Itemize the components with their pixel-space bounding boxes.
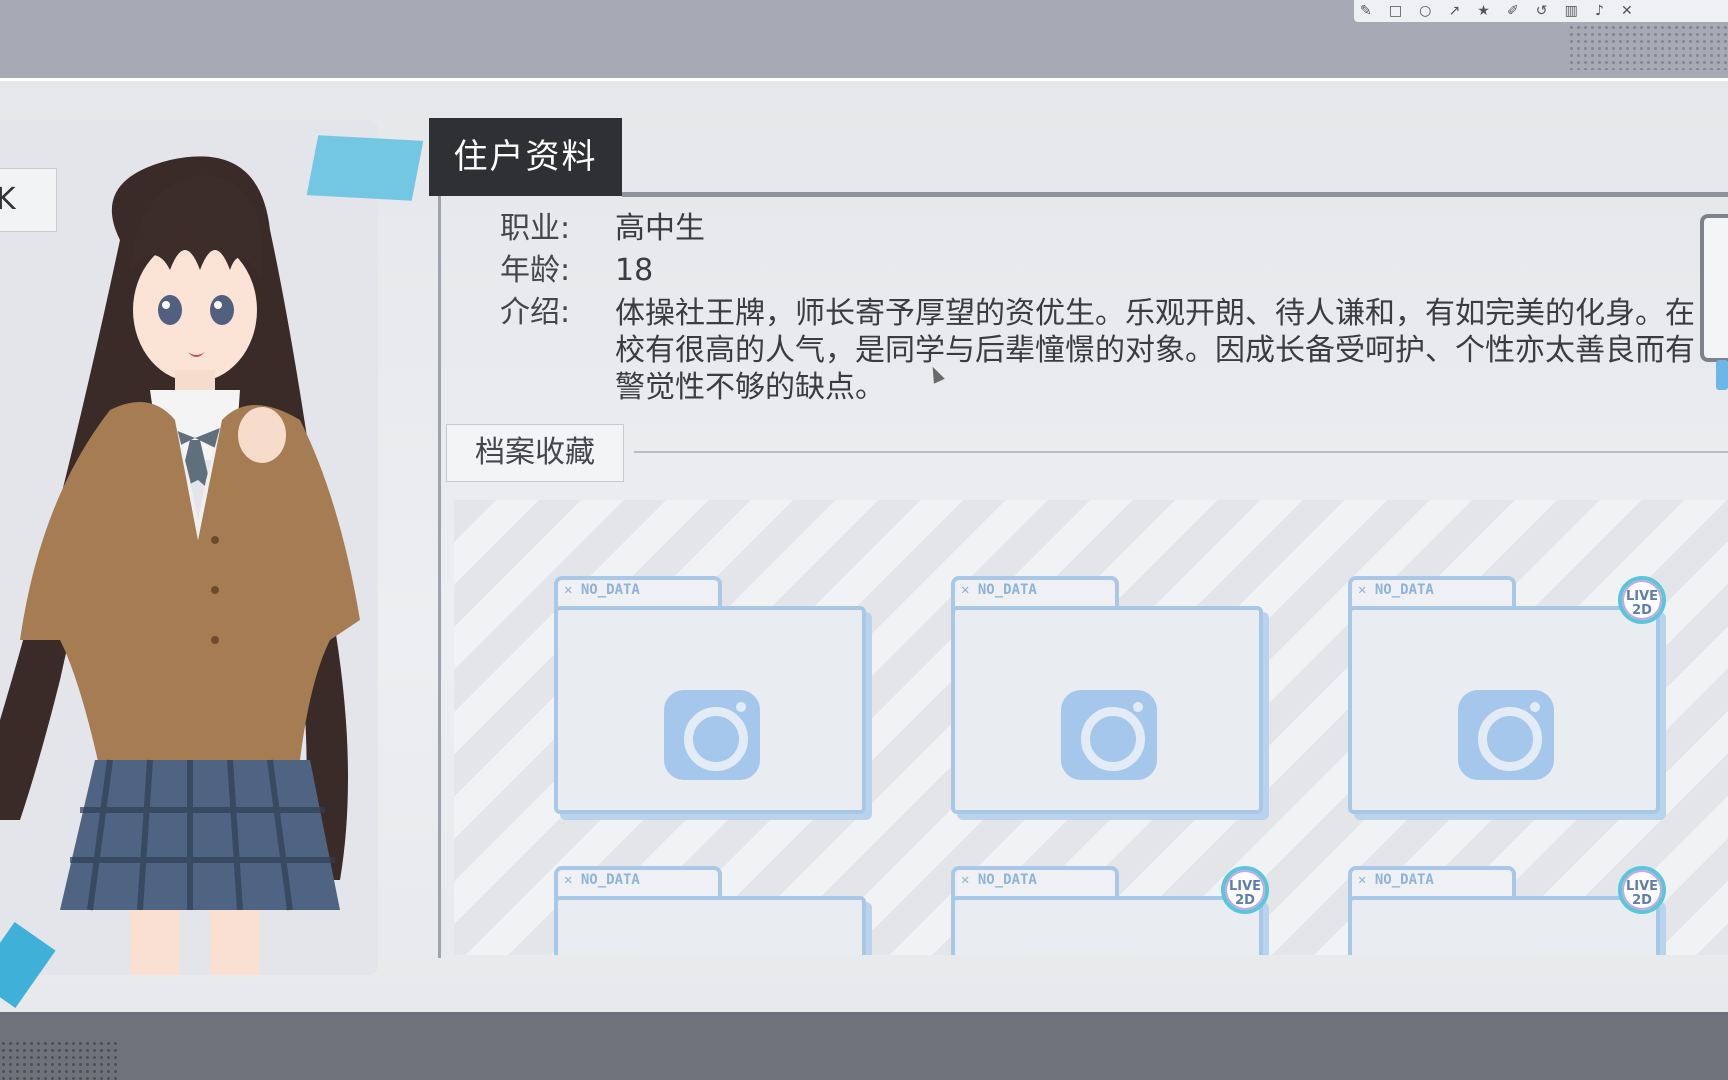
folder-body: [554, 896, 866, 955]
scroll-indicator: [1716, 360, 1728, 390]
character-portrait-card: [0, 120, 378, 975]
trash-icon[interactable]: ▥: [1565, 3, 1578, 19]
x-icon: ✕ NO_DATA: [961, 582, 1037, 598]
folder-body: [554, 606, 866, 814]
undo-icon[interactable]: ↺: [1536, 3, 1548, 19]
archive-folder[interactable]: ✕ NO_DATA LIVE 2D: [1348, 866, 1668, 955]
camera-icon: [664, 690, 760, 780]
halftone-dots: [0, 1040, 120, 1080]
archive-divider: [634, 451, 1728, 453]
folder-body: [951, 896, 1263, 955]
x-icon: ✕ NO_DATA: [1358, 872, 1434, 888]
folder-label: NO_DATA: [1374, 582, 1434, 598]
archive-folder[interactable]: ✕ NO_DATA: [554, 576, 874, 816]
square-icon[interactable]: □: [1389, 3, 1402, 19]
folder-body: [1348, 896, 1660, 955]
side-scroll-handle[interactable]: [1700, 214, 1728, 362]
folder-body: [1348, 606, 1660, 814]
live2d-badge-icon: LIVE 2D: [1221, 866, 1269, 914]
decorative-blue-strip: [306, 135, 424, 201]
occupation-value: 高中生: [615, 211, 705, 246]
camera-icon: [1061, 690, 1157, 780]
folder-label: NO_DATA: [1374, 872, 1434, 888]
age-value: 18: [615, 253, 654, 288]
archive-tab[interactable]: 档案收藏: [446, 424, 624, 482]
pen-icon[interactable]: ✎: [1360, 3, 1372, 19]
occupation-label: 职业:: [500, 211, 571, 246]
folder-body: [951, 606, 1263, 814]
archive-folder[interactable]: ✕ NO_DATA: [951, 576, 1271, 816]
close-icon[interactable]: ✕: [1621, 3, 1633, 19]
x-icon: ✕ NO_DATA: [564, 872, 640, 888]
pin-icon[interactable]: ★: [1477, 3, 1490, 19]
folder-label: NO_DATA: [977, 872, 1037, 888]
folder-label: NO_DATA: [977, 582, 1037, 598]
profile-info: 职业: 高中生 年龄: 18 介绍: 体操社王牌，师长寄予厚望的资优生。乐观开朗…: [500, 208, 1700, 406]
x-icon: ✕ NO_DATA: [564, 582, 640, 598]
x-icon: ✕ NO_DATA: [1358, 582, 1434, 598]
age-row: 年龄: 18: [500, 250, 1700, 292]
archive-folder[interactable]: ✕ NO_DATA: [554, 866, 874, 955]
live2d-badge-icon: LIVE 2D: [1618, 866, 1666, 914]
character-portrait: [0, 156, 360, 975]
occupation-row: 职业: 高中生: [500, 208, 1700, 250]
header-divider: [622, 192, 1728, 197]
circle-icon[interactable]: ○: [1419, 3, 1431, 19]
archive-folder[interactable]: ✕ NO_DATA LIVE 2D: [951, 866, 1271, 955]
folder-label: NO_DATA: [580, 872, 640, 888]
side-tab-button[interactable]: K: [0, 168, 57, 232]
page-title: 住户资料: [429, 118, 622, 196]
archive-grid: ✕ NO_DATA ✕ NO_DATA ✕ NO_DATA LIVE 2D ✕ …: [454, 500, 1728, 955]
speaker-icon[interactable]: ♪: [1595, 3, 1604, 19]
intro-label: 介绍:: [500, 295, 571, 330]
live2d-badge-icon: LIVE 2D: [1618, 576, 1666, 624]
marker-icon[interactable]: ✐: [1507, 3, 1519, 19]
content-divider: [438, 196, 441, 958]
intro-text: 体操社王牌，师长寄予厚望的资优生。乐观开朗、待人谦和，有如完美的化身。在校有很高…: [615, 296, 1695, 405]
camera-icon: [1458, 690, 1554, 780]
arrow-icon[interactable]: ↗: [1448, 3, 1460, 19]
age-label: 年龄:: [500, 253, 571, 288]
folder-label: NO_DATA: [580, 582, 640, 598]
archive-folder[interactable]: ✕ NO_DATA LIVE 2D: [1348, 576, 1668, 816]
annotation-toolbar: ✎ □ ○ ↗ ★ ✐ ↺ ▥ ♪ ✕: [1354, 0, 1728, 22]
bottom-background-band: [0, 1012, 1728, 1080]
intro-row: 介绍: 体操社王牌，师长寄予厚望的资优生。乐观开朗、待人谦和，有如完美的化身。在…: [500, 292, 1700, 406]
x-icon: ✕ NO_DATA: [961, 872, 1037, 888]
